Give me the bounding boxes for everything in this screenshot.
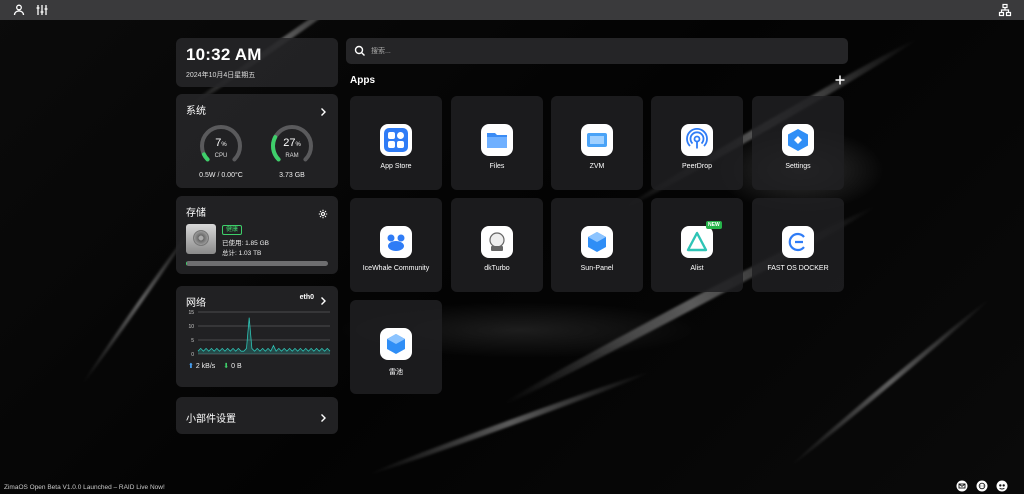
app-label: IceWhale Community xyxy=(362,265,430,272)
app-tile[interactable]: dkTurbo xyxy=(451,198,543,292)
upload-arrow-icon: ⬆ xyxy=(188,363,194,370)
series-line xyxy=(197,317,331,352)
user-icon[interactable] xyxy=(12,3,26,17)
chat-icon[interactable] xyxy=(976,479,988,492)
gear-icon[interactable] xyxy=(318,206,328,219)
apps-title: Apps xyxy=(350,75,375,86)
storage-progress-fill xyxy=(186,261,187,266)
y-tick-label: 10 xyxy=(188,324,194,330)
status-badge: 健康 xyxy=(222,225,243,235)
disk-image xyxy=(186,224,216,254)
community-icon[interactable] xyxy=(996,479,1008,492)
storage-total: 总计: 1.03 TB xyxy=(222,250,262,257)
cpu-value: 7% xyxy=(215,137,227,149)
app-label: Sun-Panel xyxy=(580,265,614,272)
series-area xyxy=(198,317,330,354)
mail-icon[interactable] xyxy=(956,479,968,492)
zvm-icon xyxy=(581,124,613,156)
system-title: 系统 xyxy=(186,106,206,117)
app-label: ZVM xyxy=(589,163,605,170)
app-label: Settings xyxy=(785,163,811,170)
app-tile[interactable]: IceWhale Community xyxy=(350,198,442,292)
announcement-text[interactable]: ZimaOS Open Beta V1.0.0 Launched – RAID … xyxy=(4,484,165,491)
settings-icon xyxy=(782,124,814,156)
cpu-label: CPU xyxy=(214,153,228,159)
chevron-right-icon[interactable] xyxy=(318,104,328,116)
storage-progress xyxy=(186,261,328,266)
clock-card: 10:32 AM 2024年10月4日星期五 xyxy=(176,38,338,87)
storage-card[interactable]: 存储 健康 已使用: 1.85 GB 总计: 1.03 TB xyxy=(176,196,338,274)
app-label: App Store xyxy=(380,163,412,170)
widget-settings-title: 小部件设置 xyxy=(186,414,236,425)
network-chart: 0 5 10 15 xyxy=(188,310,331,358)
chevron-right-icon[interactable] xyxy=(318,410,328,422)
add-app-icon[interactable] xyxy=(834,74,846,86)
widget-settings-card[interactable]: 小部件设置 xyxy=(176,397,338,434)
cpu-gauge: 7% CPU xyxy=(198,123,244,169)
upload-rate: 2 kB/s xyxy=(195,363,216,370)
search-bar[interactable] xyxy=(346,38,848,64)
system-card[interactable]: 系统 7% CPU 0.5W / 0.00°C 27% RAM 3.73 GB xyxy=(176,94,338,188)
app-label: FAST OS DOCKER xyxy=(767,265,829,272)
download-arrow-icon: ⬇ xyxy=(223,363,230,370)
cube-icon xyxy=(581,226,613,258)
sliders-icon[interactable] xyxy=(35,3,49,17)
app-tile[interactable]: Sun-Panel xyxy=(551,198,643,292)
storage-used: 已使用: 1.85 GB xyxy=(222,240,269,247)
fast-os-icon xyxy=(782,226,814,258)
app-tile[interactable]: FAST OS DOCKER xyxy=(752,198,844,292)
app-tile[interactable]: ZVM xyxy=(551,96,643,190)
cube-icon xyxy=(380,328,412,360)
app-label: dkTurbo xyxy=(484,265,510,272)
storage-title: 存储 xyxy=(186,208,206,219)
app-store-icon xyxy=(380,124,412,156)
app-tile[interactable]: NEW Alist xyxy=(651,198,743,292)
ram-gauge: 27% RAM xyxy=(269,123,315,169)
app-tile[interactable]: Files xyxy=(451,96,543,190)
chevron-right-icon[interactable] xyxy=(318,293,328,305)
y-tick-label: 0 xyxy=(191,352,194,358)
clock-date: 2024年10月4日星期五 xyxy=(186,72,256,79)
search-input[interactable] xyxy=(371,43,831,59)
dkturbo-icon xyxy=(481,226,513,258)
app-label: Files xyxy=(489,163,505,170)
app-tile[interactable]: Settings xyxy=(752,96,844,190)
app-tile[interactable]: 雷池 xyxy=(350,300,442,394)
y-tick-label: 15 xyxy=(188,310,194,316)
network-card[interactable]: 网络 eth0 0 5 10 15 ⬆ 2 kB/s ⬇ 0 B xyxy=(176,286,338,387)
y-tick-label: 5 xyxy=(191,338,194,344)
network-interface: eth0 xyxy=(299,294,314,301)
community-icon xyxy=(380,226,412,258)
ram-label: RAM xyxy=(285,153,299,159)
network-icon[interactable] xyxy=(998,3,1012,17)
new-badge: NEW xyxy=(706,221,722,229)
app-tile[interactable]: PeerDrop xyxy=(651,96,743,190)
alist-icon xyxy=(681,226,713,258)
peerdrop-icon xyxy=(681,124,713,156)
ram-sub: 3.73 GB xyxy=(279,172,305,179)
download-rate: 0 B xyxy=(231,363,242,370)
app-label: PeerDrop xyxy=(682,163,712,170)
folder-icon xyxy=(481,124,513,156)
network-stats: ⬆ 2 kB/s ⬇ 0 B xyxy=(188,362,242,370)
clock-time: 10:32 AM xyxy=(186,45,262,64)
top-bar xyxy=(0,0,1024,20)
search-icon xyxy=(354,45,365,56)
app-tile[interactable]: App Store xyxy=(350,96,442,190)
app-label: 雷池 xyxy=(389,369,403,376)
app-label: Alist xyxy=(690,265,704,272)
ram-value: 27% xyxy=(283,137,301,149)
cpu-sub: 0.5W / 0.00°C xyxy=(199,172,243,179)
